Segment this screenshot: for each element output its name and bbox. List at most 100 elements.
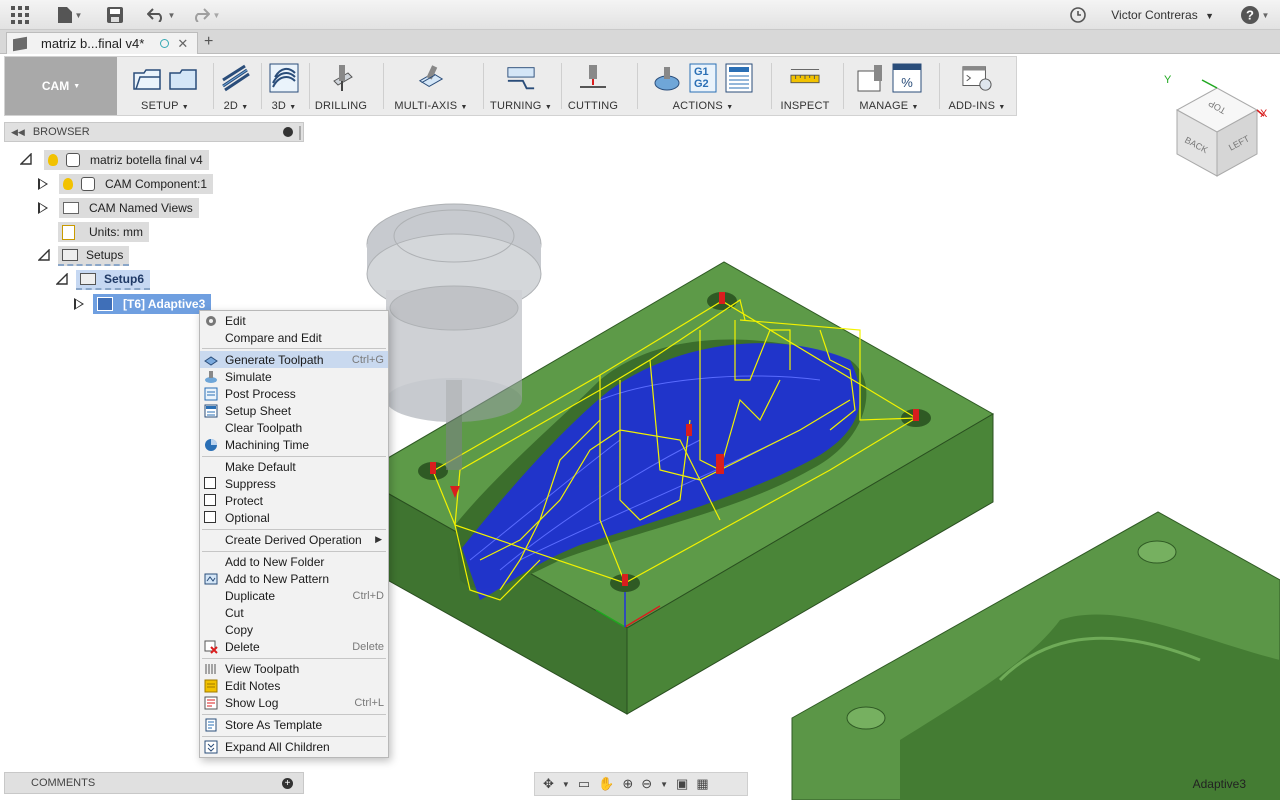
- measure-ruler-icon[interactable]: [790, 63, 820, 93]
- menu-item-create-derived-operation[interactable]: Create Derived Operation ▶: [200, 531, 388, 548]
- tree-node-component[interactable]: CAM Component:1: [59, 174, 214, 194]
- menu-item-edit[interactable]: Edit: [200, 312, 388, 329]
- chevron-down-icon[interactable]: ▼: [562, 780, 570, 789]
- menu-item-show-log[interactable]: Show Log Ctrl+L: [200, 694, 388, 711]
- toolbar-group-actions[interactable]: G1 G2 ACTIONS ▼: [637, 57, 769, 115]
- grid-icon[interactable]: [10, 5, 30, 25]
- tree-node-root[interactable]: matriz botella final v4: [44, 150, 209, 170]
- 3d-viewport[interactable]: TOP BACK LEFT Y X: [0, 74, 1280, 800]
- toolbar-group-turning[interactable]: TURNING ▼: [483, 57, 559, 115]
- menu-item-delete[interactable]: Delete Delete: [200, 638, 388, 655]
- checkbox-icon[interactable]: [204, 477, 216, 489]
- user-menu[interactable]: Victor Contreras ▼: [1111, 8, 1214, 22]
- menu-item-make-default[interactable]: Make Default: [200, 458, 388, 475]
- menu-item-protect[interactable]: Protect: [200, 492, 388, 509]
- chevron-down-icon[interactable]: ▼: [660, 780, 668, 789]
- tree-row-units[interactable]: Units: mm: [58, 222, 149, 242]
- tool-library-icon[interactable]: [856, 63, 886, 93]
- toolbar-group-inspect[interactable]: INSPECT: [771, 57, 839, 115]
- workspace-switcher-button[interactable]: CAM ▼: [5, 57, 117, 115]
- toolbar-group-manage[interactable]: % MANAGE ▼: [843, 57, 935, 115]
- menu-item-post-process[interactable]: Post Process: [200, 385, 388, 402]
- 3d-toolpath-icon[interactable]: [269, 63, 299, 93]
- multi-axis-icon[interactable]: [416, 63, 446, 93]
- menu-item-cut[interactable]: Cut: [200, 604, 388, 621]
- scripts-add-ins-icon[interactable]: [962, 63, 992, 93]
- menu-item-clear-toolpath[interactable]: Clear Toolpath: [200, 419, 388, 436]
- expanded-triangle-icon[interactable]: [55, 272, 70, 287]
- toolbar-group-setup[interactable]: SETUP ▼: [117, 57, 213, 115]
- cutting-icon[interactable]: [578, 63, 608, 93]
- zoom-icon[interactable]: ⊖: [641, 776, 652, 792]
- collapsed-triangle-icon[interactable]: [38, 201, 49, 215]
- tree-node-setups[interactable]: Setups: [58, 246, 130, 266]
- tree-row-operation[interactable]: [T6] Adaptive3: [74, 294, 212, 314]
- simulate-icon[interactable]: [652, 63, 682, 93]
- document-tab[interactable]: matriz b...final v4* ✕: [6, 32, 198, 54]
- menu-item-compare-and-edit[interactable]: Compare and Edit: [200, 329, 388, 346]
- tree-node-setup6[interactable]: Setup6: [76, 270, 151, 290]
- clock-icon[interactable]: [1068, 5, 1088, 25]
- post-library-icon[interactable]: %: [892, 63, 922, 93]
- menu-item-edit-notes[interactable]: Edit Notes: [200, 677, 388, 694]
- collapsed-triangle-icon[interactable]: [74, 297, 85, 311]
- minimize-panel-icon[interactable]: [283, 127, 293, 137]
- menu-item-optional[interactable]: Optional: [200, 509, 388, 526]
- add-comment-icon[interactable]: +: [282, 778, 293, 789]
- zoom-window-icon[interactable]: ⊕: [622, 776, 633, 792]
- undo-icon[interactable]: ▼: [145, 5, 177, 25]
- menu-item-suppress[interactable]: Suppress: [200, 475, 388, 492]
- tree-node-named-views[interactable]: CAM Named Views: [59, 198, 199, 218]
- checkbox-icon[interactable]: [204, 494, 216, 506]
- close-icon[interactable]: ✕: [177, 36, 188, 52]
- tree-node-units[interactable]: Units: mm: [58, 222, 149, 242]
- tree-row-component[interactable]: CAM Component:1: [38, 174, 214, 194]
- post-process-g-code-icon[interactable]: G1 G2: [688, 63, 718, 93]
- setup-folder-icon[interactable]: [168, 63, 198, 93]
- menu-item-setup-sheet[interactable]: Setup Sheet: [200, 402, 388, 419]
- expanded-triangle-icon[interactable]: [19, 152, 34, 167]
- visibility-bulb-icon[interactable]: [63, 178, 73, 190]
- redo-icon[interactable]: ▼: [190, 5, 222, 25]
- panel-grip-icon[interactable]: [299, 126, 301, 140]
- turning-icon[interactable]: [506, 63, 536, 93]
- tree-row-named-views[interactable]: CAM Named Views: [38, 198, 199, 218]
- menu-item-store-as-template[interactable]: Store As Template: [200, 716, 388, 733]
- collapsed-triangle-icon[interactable]: [38, 177, 49, 191]
- toolbar-group-multi-axis[interactable]: MULTI-AXIS ▼: [383, 57, 479, 115]
- new-setup-icon[interactable]: [132, 63, 162, 93]
- toolbar-group-3d[interactable]: 3D ▼: [261, 57, 307, 115]
- look-at-icon[interactable]: ▭: [578, 776, 590, 792]
- tree-row-setup6[interactable]: Setup6: [55, 270, 151, 290]
- menu-item-simulate[interactable]: Simulate: [200, 368, 388, 385]
- collapse-panel-icon[interactable]: ◀◀: [11, 127, 25, 138]
- menu-item-expand-all-children[interactable]: Expand All Children: [200, 738, 388, 755]
- file-icon[interactable]: ▼: [55, 5, 85, 25]
- tree-row-setups[interactable]: Setups: [37, 246, 130, 266]
- tree-row-root[interactable]: matriz botella final v4: [19, 150, 209, 170]
- toolbar-group-2d[interactable]: 2D ▼: [213, 57, 259, 115]
- tree-node-operation-selected[interactable]: [T6] Adaptive3: [93, 294, 212, 314]
- toolbar-group-drilling[interactable]: DRILLING: [309, 57, 373, 115]
- comments-panel-header[interactable]: COMMENTS +: [4, 772, 304, 794]
- menu-item-add-to-new-pattern[interactable]: Add to New Pattern: [200, 570, 388, 587]
- menu-item-view-toolpath[interactable]: View Toolpath: [200, 660, 388, 677]
- new-tab-plus-icon[interactable]: +: [204, 33, 213, 51]
- drill-icon[interactable]: [326, 63, 356, 93]
- pan-hand-icon[interactable]: ✋: [598, 776, 614, 792]
- save-icon[interactable]: [105, 5, 125, 25]
- expanded-triangle-icon[interactable]: [37, 248, 52, 263]
- toolbar-group-add-ins[interactable]: ADD-INS ▼: [939, 57, 1015, 115]
- menu-item-add-to-new-folder[interactable]: Add to New Folder: [200, 553, 388, 570]
- menu-item-generate-toolpath[interactable]: Generate Toolpath Ctrl+G: [200, 351, 388, 368]
- orbit-icon[interactable]: ✥: [543, 776, 554, 792]
- menu-item-copy[interactable]: Copy: [200, 621, 388, 638]
- browser-panel-header[interactable]: ◀◀ BROWSER: [4, 122, 304, 142]
- menu-item-machining-time[interactable]: Machining Time: [200, 436, 388, 453]
- menu-item-duplicate[interactable]: Duplicate Ctrl+D: [200, 587, 388, 604]
- display-settings-icon[interactable]: ▣: [676, 776, 688, 792]
- visibility-bulb-icon[interactable]: [48, 154, 58, 166]
- checkbox-icon[interactable]: [204, 511, 216, 523]
- 2d-toolpath-icon[interactable]: [221, 63, 251, 93]
- grid-settings-icon[interactable]: ▦: [696, 776, 708, 792]
